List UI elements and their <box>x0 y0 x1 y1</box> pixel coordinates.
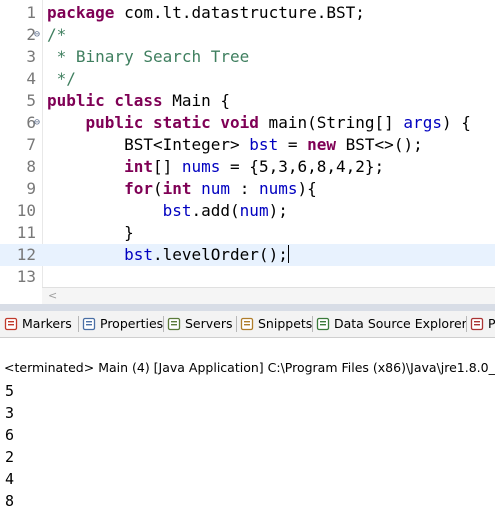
console-status-header: <terminated> Main (4) [Java Application]… <box>4 360 495 375</box>
tab-label: Snippets <box>258 316 313 331</box>
code-text[interactable]: /* <box>47 24 66 46</box>
tab-servers[interactable]: Servers <box>167 314 233 334</box>
line-number: 13 <box>16 267 36 286</box>
code-line[interactable]: 8 int[] nums = {5,3,6,8,4,2}; <box>0 156 495 178</box>
code-line[interactable]: 7 BST<Integer> bst = new BST<>(); <box>0 134 495 156</box>
code-text[interactable]: bst.levelOrder(); <box>47 244 289 266</box>
line-number: 8 <box>26 157 36 176</box>
line-number: 4 <box>26 69 36 88</box>
data-source-explorer-icon <box>316 317 330 331</box>
servers-icon <box>167 317 181 331</box>
fold-toggle-icon[interactable]: ⊖ <box>34 112 44 134</box>
code-line[interactable]: 5 public class Main { <box>0 90 495 112</box>
tab-separator <box>163 316 164 332</box>
console-output-line: 3 <box>5 404 15 422</box>
panel-divider[interactable] <box>0 304 495 311</box>
code-text[interactable]: public static void main(String[] args) { <box>47 112 471 134</box>
scroll-left-icon[interactable]: < <box>48 289 57 302</box>
code-text[interactable]: public class Main { <box>47 90 230 112</box>
code-editor[interactable]: 1 package com.lt.datastructure.BST; 2 ⊖/* 3 … <box>0 0 495 287</box>
properties-icon <box>82 317 96 331</box>
code-line[interactable]: 11 } <box>0 222 495 244</box>
tab-separator <box>78 316 79 332</box>
fold-toggle-icon[interactable]: ⊖ <box>34 24 44 46</box>
code-line[interactable]: 12 bst.levelOrder(); <box>0 244 495 266</box>
tab-separator <box>466 316 467 332</box>
code-text[interactable]: int[] nums = {5,3,6,8,4,2}; <box>47 156 384 178</box>
code-line[interactable]: 3 * Binary Search Tree <box>0 46 495 68</box>
line-number: 3 <box>26 47 36 66</box>
code-text[interactable]: } <box>47 222 134 244</box>
code-text[interactable]: * Binary Search Tree <box>47 46 250 68</box>
code-line[interactable]: 1 package com.lt.datastructure.BST; <box>0 2 495 24</box>
line-number: 9 <box>26 179 36 198</box>
tab-p[interactable]: P <box>470 314 495 334</box>
code-line[interactable]: 13 <box>0 266 495 287</box>
console-output-line: 2 <box>5 448 15 466</box>
bottom-panel-tabbar: Markers Properties Servers Snippets Data Sou… <box>0 311 495 338</box>
overflow-tab-icon <box>470 317 484 331</box>
tab-snippets[interactable]: Snippets <box>240 314 312 334</box>
tab-label: Data Source Explorer <box>334 316 467 331</box>
console-output-line: 6 <box>5 426 15 444</box>
code-text[interactable]: package com.lt.datastructure.BST; <box>47 2 365 24</box>
code-line[interactable]: 6 ⊖ public static void main(String[] args… <box>0 112 495 134</box>
markers-icon <box>4 317 18 331</box>
console-toolbar <box>0 338 495 358</box>
line-number: 10 <box>16 201 36 220</box>
snippets-icon <box>240 317 254 331</box>
code-text[interactable]: bst.add(num); <box>47 200 288 222</box>
line-number: 1 <box>26 3 36 22</box>
line-number: 5 <box>26 91 36 110</box>
code-line[interactable]: 4 */ <box>0 68 495 90</box>
console-output-line: 4 <box>5 470 15 488</box>
line-number: 6 <box>26 113 36 132</box>
line-number: 11 <box>16 223 36 242</box>
tab-label: Markers <box>22 316 72 331</box>
line-number: 2 <box>26 25 36 44</box>
code-line[interactable]: 2 ⊖/* <box>0 24 495 46</box>
line-number: 7 <box>26 135 36 154</box>
tab-data-source-explorer[interactable]: Data Source Explorer <box>316 314 467 334</box>
tab-label: Servers <box>185 316 233 331</box>
code-text[interactable]: BST<Integer> bst = new BST<>(); <box>47 134 423 156</box>
tab-label: P <box>488 316 495 331</box>
code-line[interactable]: 9 for(int num : nums){ <box>0 178 495 200</box>
tab-separator <box>312 316 313 332</box>
tab-markers[interactable]: Markers <box>4 314 72 334</box>
console-output-line: 5 <box>5 382 15 400</box>
tab-label: Properties <box>100 316 164 331</box>
console-output-line: 8 <box>5 492 15 510</box>
line-number: 12 <box>16 245 36 264</box>
editor-horizontal-scrollbar[interactable]: < <box>42 287 495 305</box>
tab-separator <box>236 316 237 332</box>
code-line[interactable]: 10 bst.add(num); <box>0 200 495 222</box>
code-text[interactable]: */ <box>47 68 76 90</box>
code-text[interactable]: for(int num : nums){ <box>47 178 317 200</box>
tab-properties[interactable]: Properties <box>82 314 163 334</box>
